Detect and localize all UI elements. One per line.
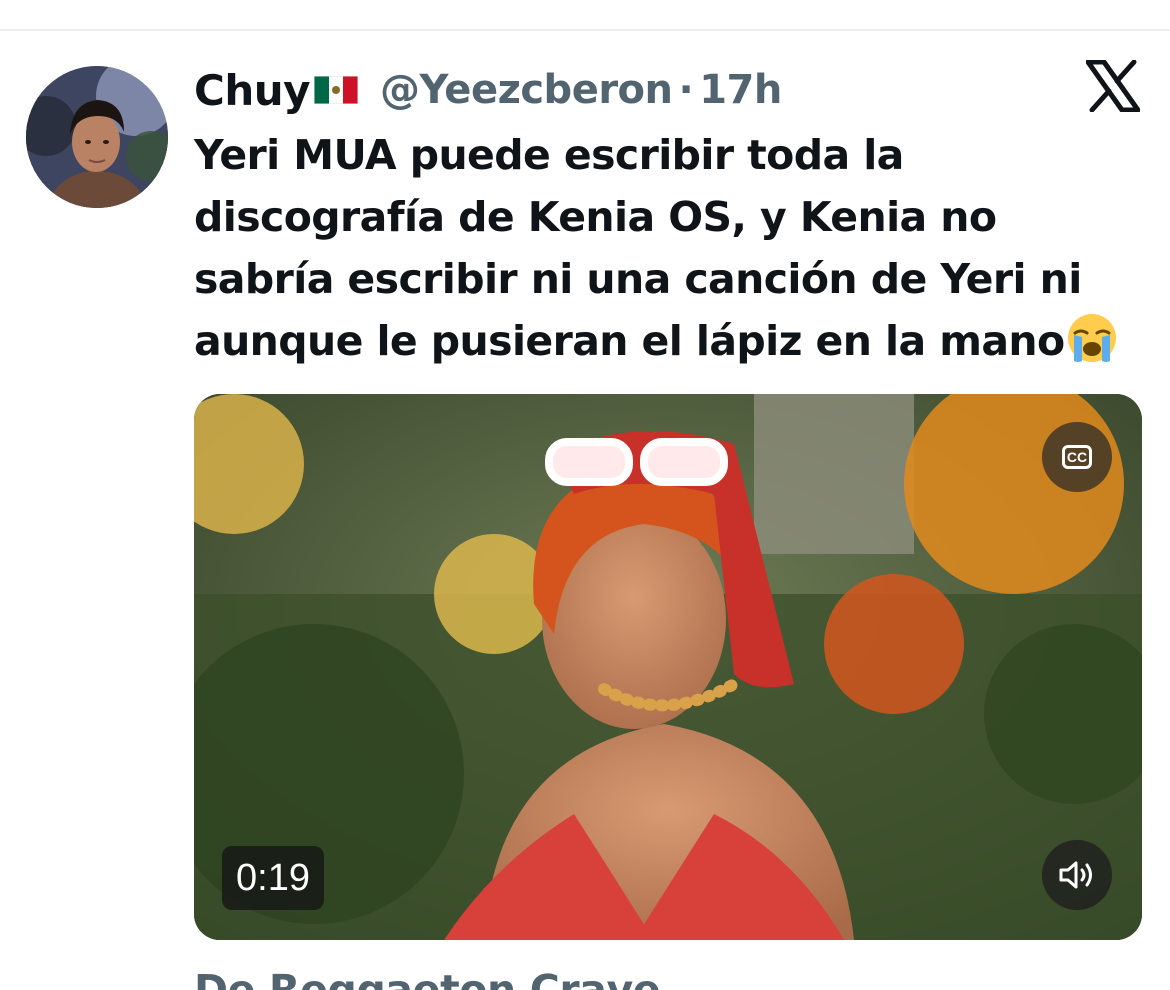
- video-frame: [194, 394, 1142, 940]
- tweet-screen: Chuy @Yeezcberon · 17h Yeri MUA puede es…: [0, 0, 1170, 990]
- display-name[interactable]: Chuy: [194, 66, 311, 115]
- avatar[interactable]: [26, 66, 168, 208]
- tweet-text-line: discografía de Kenia OS, y Kenia no: [194, 193, 997, 241]
- captions-icon: CC: [1062, 445, 1092, 469]
- volume-button[interactable]: [1042, 840, 1112, 910]
- user-handle[interactable]: @Yeezcberon: [380, 67, 673, 113]
- loudly-crying-face-icon: [1065, 311, 1119, 365]
- tweet-header: Chuy @Yeezcberon · 17h: [194, 62, 782, 118]
- tweet-text-line: sabría escribir ni una canción de Yeri n…: [194, 255, 1082, 303]
- speaker-icon: [1059, 861, 1092, 889]
- tweet-text-line-last: aunque le pusieran el lápiz en la mano: [194, 310, 1144, 372]
- tweet-text-line: aunque le pusieran el lápiz en la mano: [194, 317, 1065, 365]
- timestamp[interactable]: 17h: [699, 67, 782, 113]
- tweet-text: Yeri MUA puede escribir toda la discogra…: [194, 124, 1144, 372]
- video-source-attribution[interactable]: De Reggaeton Crave: [194, 966, 661, 990]
- mexico-flag-icon: [313, 75, 359, 105]
- video-duration: 0:19: [222, 846, 324, 910]
- video-player[interactable]: CC 0:19: [194, 394, 1142, 940]
- tweet-text-line: Yeri MUA puede escribir toda la: [194, 131, 904, 179]
- divider: [0, 29, 1170, 31]
- captions-button[interactable]: CC: [1042, 422, 1112, 492]
- x-logo-icon: [1085, 59, 1141, 113]
- separator-dot: ·: [678, 67, 694, 113]
